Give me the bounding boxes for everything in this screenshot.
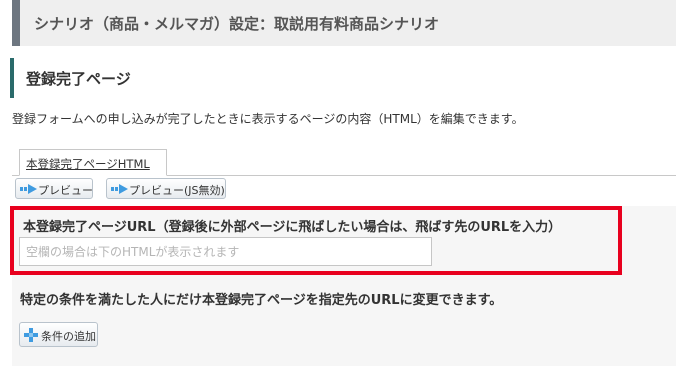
plus-icon (24, 328, 38, 342)
preview-button-label: プレビュー (38, 184, 93, 197)
section-description: 登録フォームへの申し込みが完了したときに表示するページの内容（HTML）を編集で… (12, 112, 524, 126)
url-field-highlight: 本登録完了ページURL（登録後に外部ページに飛ばしたい場合は、飛ばす先のURLを… (10, 206, 622, 275)
url-field-label: 本登録完了ページURL（登録後に外部ページに飛ばしたい場合は、飛ばす先のURLを… (23, 220, 562, 235)
add-condition-button[interactable]: 条件の追加 (19, 322, 98, 347)
section-header: 登録完了ページ (10, 58, 676, 98)
tab-completion-html[interactable]: 本登録完了ページHTML (19, 149, 167, 176)
preview-nojs-button[interactable]: プレビュー(JS無効) (106, 178, 226, 199)
arrow-right-icon (20, 184, 37, 194)
conditions-description: 特定の条件を満たした人にだけ本登録完了ページを指定先のURLに変更できます。 (20, 293, 503, 308)
page-header: シナリオ（商品・メルマガ）設定：取説用有料商品シナリオ (12, 0, 676, 46)
section-title: 登録完了ページ (26, 70, 131, 88)
preview-button[interactable]: プレビュー (15, 178, 93, 199)
tab-label: 本登録完了ページHTML (26, 157, 150, 171)
completion-url-input[interactable] (19, 237, 432, 266)
preview-nojs-button-label: プレビュー(JS無効) (129, 184, 225, 197)
arrow-right-icon (111, 184, 128, 194)
page-title: シナリオ（商品・メルマガ）設定：取説用有料商品シナリオ (34, 15, 440, 33)
add-condition-label: 条件の追加 (41, 330, 96, 343)
